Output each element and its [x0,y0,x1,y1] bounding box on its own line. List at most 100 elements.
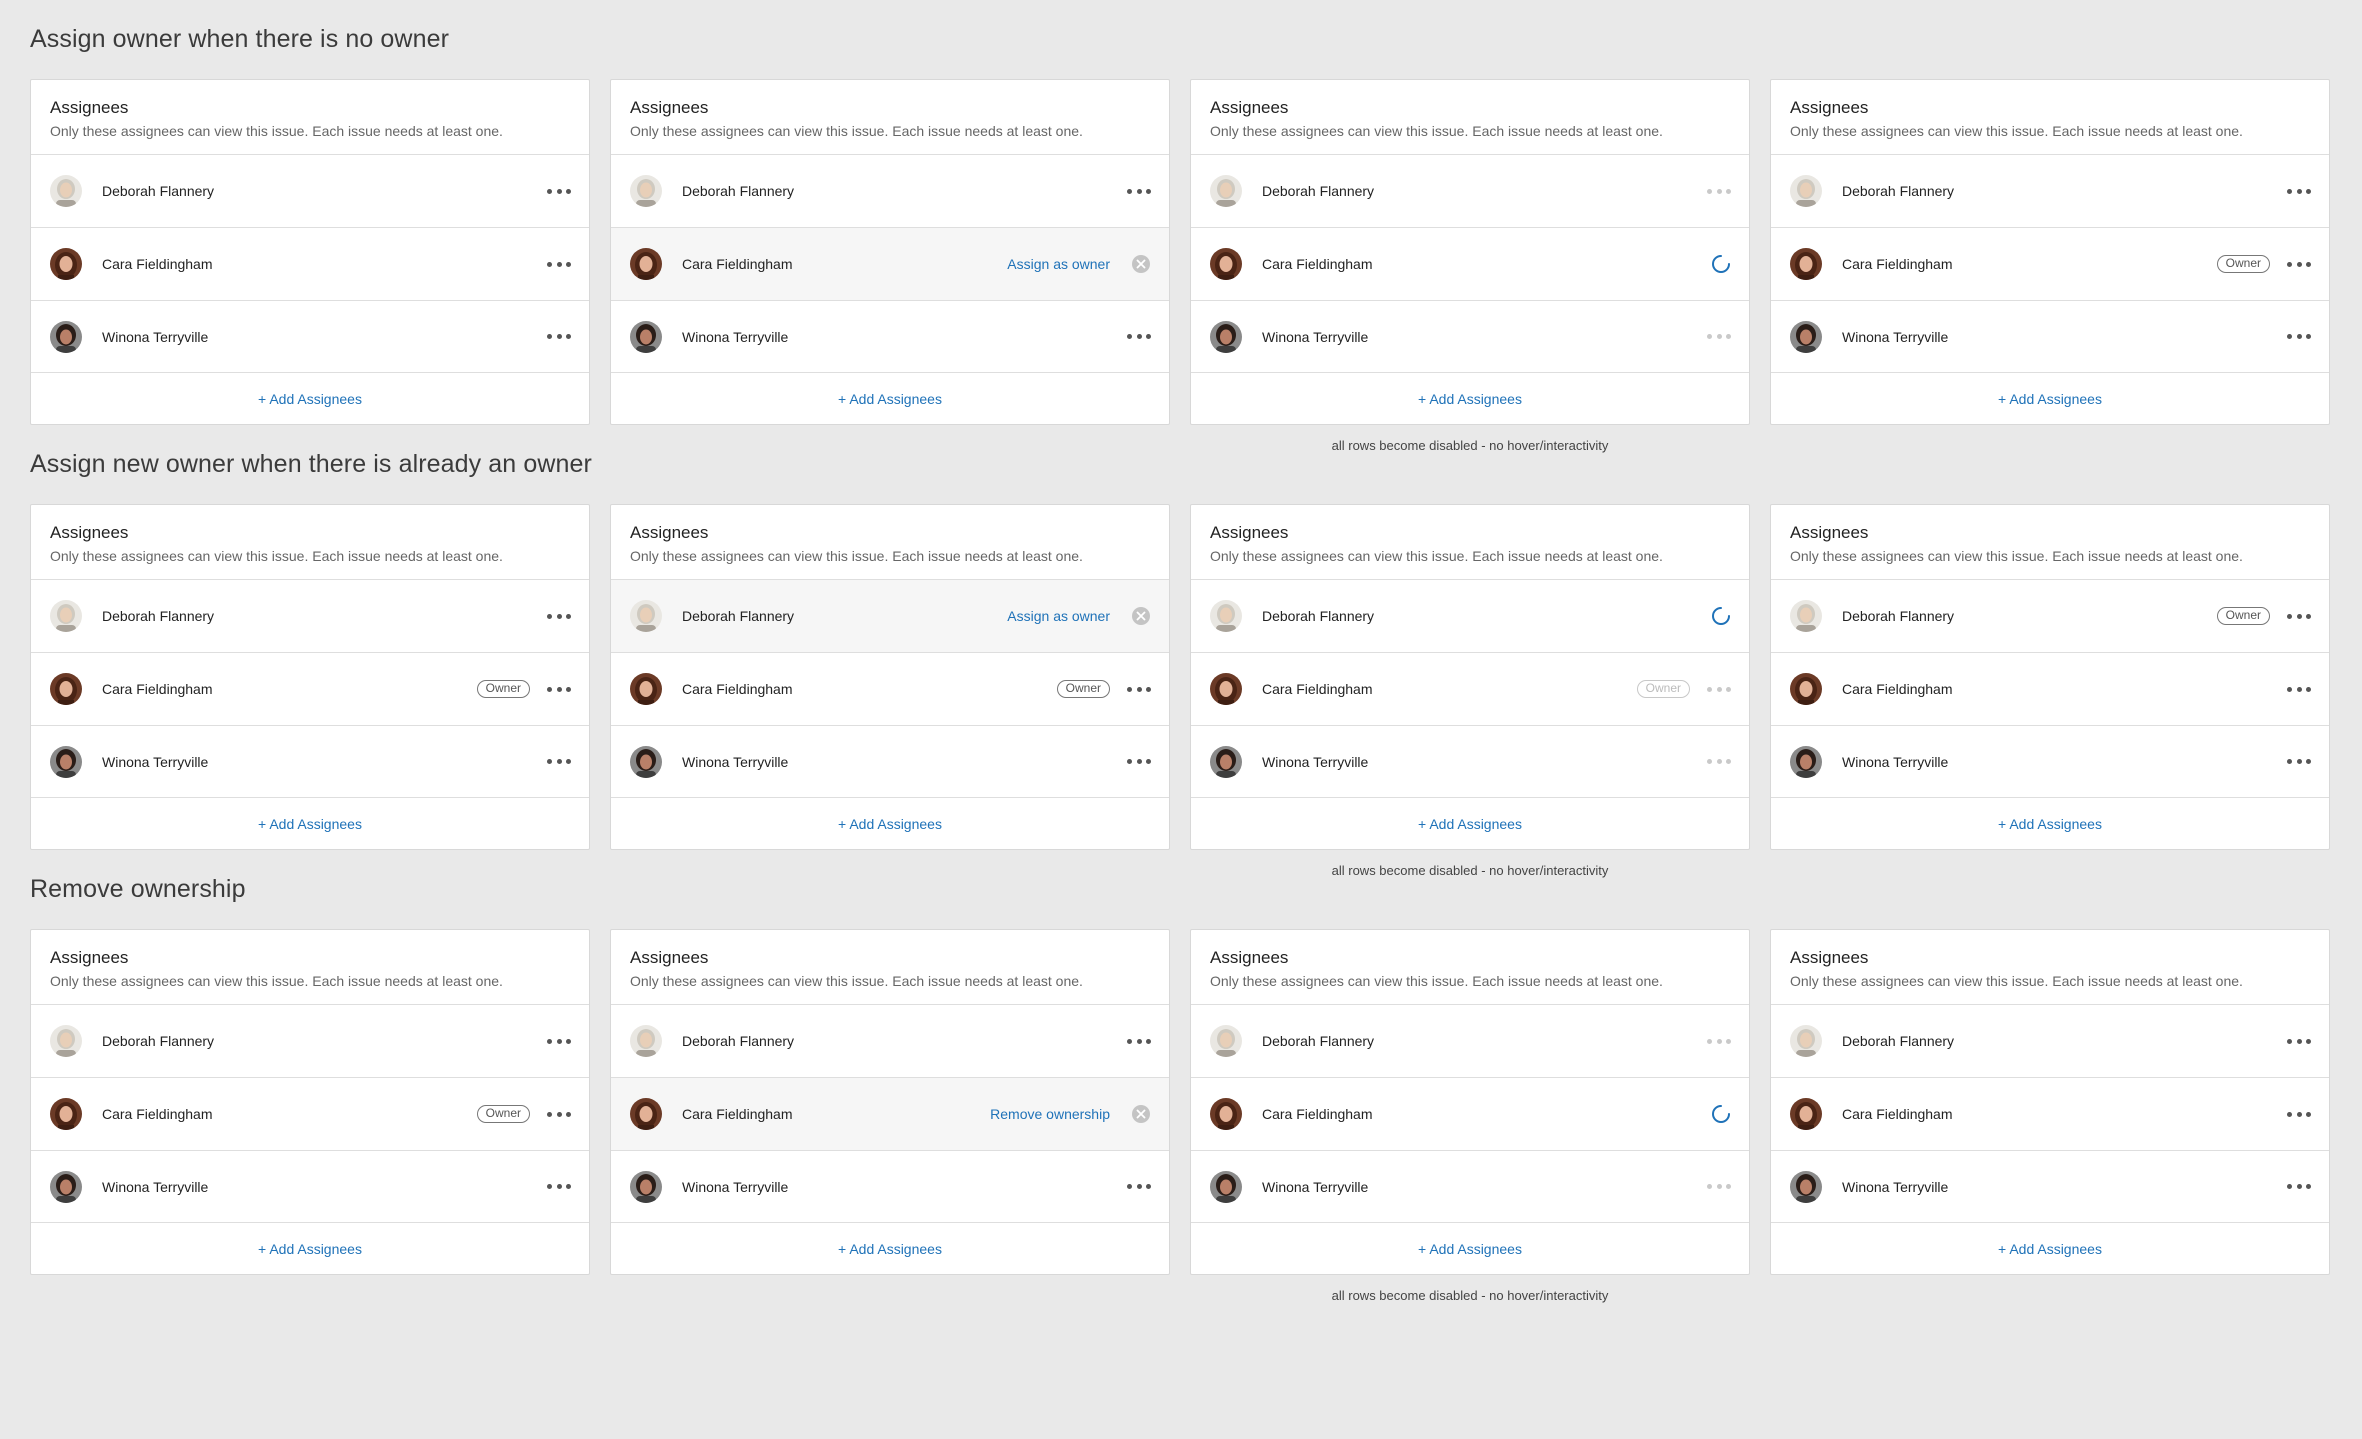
more-horizontal-icon[interactable] [1127,186,1151,196]
assignee-row-deborah-flannery: Deborah Flannery [1191,1005,1749,1078]
assignee-row-deborah-flannery[interactable]: Deborah Flannery Assign as owner [611,580,1169,653]
more-horizontal-icon[interactable] [2287,684,2311,694]
assignee-row-deborah-flannery[interactable]: Deborah Flannery [611,1005,1169,1078]
more-horizontal-icon[interactable] [2287,1109,2311,1119]
card-title: Assignees [1210,523,1289,542]
assignee-row-cara-fieldingham[interactable]: Cara Fieldingham Owner [31,653,589,726]
assignee-row-cara-fieldingham[interactable]: Cara Fieldingham [1771,1078,2329,1151]
avatar [630,600,662,632]
add-assignees-link[interactable]: + Add Assignees [31,798,589,849]
more-horizontal-icon[interactable] [1127,1036,1151,1046]
more-horizontal-icon [1707,684,1731,694]
card-header: Assignees Only these assignees can view t… [611,80,1169,155]
more-horizontal-icon[interactable] [547,1182,571,1192]
assignee-row-cara-fieldingham[interactable]: Cara Fieldingham Owner [611,653,1169,726]
assignee-name: Winona Terryville [102,328,209,345]
assignee-row-cara-fieldingham[interactable]: Cara Fieldingham Owner [31,1078,589,1151]
card-description: Only these assignees can view this issue… [630,548,1083,564]
more-horizontal-icon [1707,186,1731,196]
more-horizontal-icon[interactable] [1127,684,1151,694]
assignee-row-winona-terryville[interactable]: Winona Terryville [1771,1151,2329,1223]
assignee-row-cara-fieldingham[interactable]: Cara Fieldingham [31,228,589,301]
more-horizontal-icon[interactable] [2287,611,2311,621]
close-circle-icon[interactable] [1131,1104,1151,1124]
avatar [1790,320,1822,353]
remove-ownership-link[interactable]: Remove ownership [990,1106,1110,1122]
assignee-row-winona-terryville[interactable]: Winona Terryville [1771,726,2329,798]
assignees-card: Assignees Only these assignees can view t… [30,504,590,850]
assignee-name: Winona Terryville [682,1178,789,1195]
more-horizontal-icon [1707,1036,1731,1046]
more-horizontal-icon[interactable] [1127,757,1151,767]
add-assignees-link[interactable]: + Add Assignees [31,1223,589,1274]
add-assignees-link[interactable]: + Add Assignees [1771,1223,2329,1274]
add-assignees-link[interactable]: + Add Assignees [611,1223,1169,1274]
assignee-row-cara-fieldingham[interactable]: Cara Fieldingham Assign as owner [611,228,1169,301]
assignee-row-deborah-flannery[interactable]: Deborah Flannery [611,155,1169,228]
more-horizontal-icon[interactable] [1127,1182,1151,1192]
assignee-name: Winona Terryville [1262,328,1369,345]
assign-as-owner-link[interactable]: Assign as owner [1007,608,1110,624]
add-assignees-link[interactable]: + Add Assignees [1191,798,1749,849]
assignee-row-cara-fieldingham[interactable]: Cara Fieldingham Owner [1771,228,2329,301]
add-assignees-link[interactable]: + Add Assignees [1191,373,1749,424]
add-assignees-link[interactable]: + Add Assignees [1191,1223,1749,1274]
assignee-name: Cara Fieldingham [102,681,213,697]
close-circle-icon[interactable] [1131,254,1151,274]
assignee-row-winona-terryville[interactable]: Winona Terryville [611,1151,1169,1223]
assign-as-owner-link[interactable]: Assign as owner [1007,256,1110,272]
assignee-name: Cara Fieldingham [1842,256,1953,272]
assignee-row-deborah-flannery[interactable]: Deborah Flannery [31,580,589,653]
assignee-row-deborah-flannery[interactable]: Deborah Flannery [31,1005,589,1078]
more-horizontal-icon[interactable] [2287,757,2311,767]
assignee-row-deborah-flannery: Deborah Flannery [1191,580,1749,653]
more-horizontal-icon[interactable] [547,1109,571,1119]
assignee-row-cara-fieldingham[interactable]: Cara Fieldingham Remove ownership [611,1078,1169,1151]
avatar [1790,175,1822,207]
card-description: Only these assignees can view this issue… [630,123,1083,139]
more-horizontal-icon[interactable] [2287,186,2311,196]
assignee-name: Cara Fieldingham [682,1106,793,1122]
avatar [630,745,662,778]
more-horizontal-icon[interactable] [547,332,571,342]
assignee-row-deborah-flannery[interactable]: Deborah Flannery [1771,1005,2329,1078]
more-horizontal-icon[interactable] [547,259,571,269]
more-horizontal-icon[interactable] [547,757,571,767]
assignee-row-deborah-flannery[interactable]: Deborah Flannery [1771,155,2329,228]
add-assignees-link[interactable]: + Add Assignees [611,798,1169,849]
add-assignees-link[interactable]: + Add Assignees [1771,373,2329,424]
card-header: Assignees Only these assignees can view t… [1191,80,1749,155]
assignee-row-winona-terryville[interactable]: Winona Terryville [31,1151,589,1223]
more-horizontal-icon[interactable] [2287,259,2311,269]
card-description: Only these assignees can view this issue… [50,123,503,139]
assignee-row-winona-terryville[interactable]: Winona Terryville [31,726,589,798]
add-assignees-link[interactable]: + Add Assignees [611,373,1169,424]
disabled-state-note: all rows become disabled - no hover/inte… [1331,863,1609,878]
more-horizontal-icon[interactable] [2287,1036,2311,1046]
assignee-row-winona-terryville[interactable]: Winona Terryville [31,301,589,373]
page: Assign owner when there is no owner Assig… [0,0,2362,1439]
more-horizontal-icon[interactable] [1127,332,1151,342]
avatar [1210,1098,1242,1130]
avatar [1790,673,1822,705]
card-title: Assignees [630,98,709,117]
assignee-row-winona-terryville[interactable]: Winona Terryville [611,301,1169,373]
add-assignees-link[interactable]: + Add Assignees [1771,798,2329,849]
add-assignees-link[interactable]: + Add Assignees [31,373,589,424]
card-title: Assignees [1790,948,1869,967]
assignee-row-winona-terryville[interactable]: Winona Terryville [1771,301,2329,373]
assignee-row-cara-fieldingham[interactable]: Cara Fieldingham [1771,653,2329,726]
close-circle-icon[interactable] [1131,606,1151,626]
more-horizontal-icon[interactable] [547,186,571,196]
disabled-state-note: all rows become disabled - no hover/inte… [1331,438,1609,453]
more-horizontal-icon[interactable] [547,684,571,694]
more-horizontal-icon[interactable] [547,611,571,621]
assignee-row-deborah-flannery[interactable]: Deborah Flannery [31,155,589,228]
more-horizontal-icon[interactable] [547,1036,571,1046]
more-horizontal-icon[interactable] [2287,332,2311,342]
assignee-row-deborah-flannery[interactable]: Deborah Flannery Owner [1771,580,2329,653]
assignee-name: Cara Fieldingham [682,256,793,272]
assignee-row-winona-terryville[interactable]: Winona Terryville [611,726,1169,798]
assignee-row-winona-terryville: Winona Terryville [1191,726,1749,798]
more-horizontal-icon[interactable] [2287,1182,2311,1192]
